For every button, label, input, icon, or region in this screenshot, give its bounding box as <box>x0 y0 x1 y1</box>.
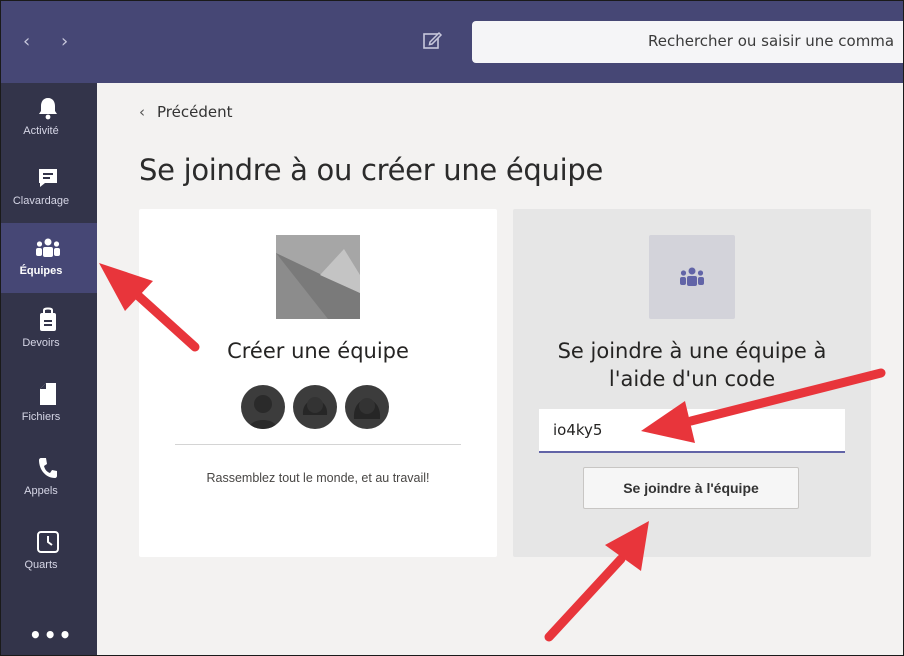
rail-item-label: Équipes <box>19 265 63 277</box>
app-rail: Activité Clavardage Équipes Devoirs Fich… <box>1 83 97 655</box>
page-title: Se joindre à ou créer une équipe <box>139 153 604 187</box>
rail-item-devoirs[interactable]: Devoirs <box>1 295 97 365</box>
join-team-title: Se joindre à une équipe à l'aide d'un co… <box>557 339 827 391</box>
create-team-title: Créer une équipe <box>227 339 409 363</box>
rail-item-label: Quarts <box>24 559 58 571</box>
forward-arrow-icon[interactable]: › <box>61 31 68 53</box>
rail-item-equipes[interactable]: Équipes <box>1 223 97 293</box>
team-code-input[interactable] <box>539 409 845 453</box>
assignments-icon <box>35 307 61 333</box>
member-avatars <box>241 385 395 429</box>
main-content: ‹ Précédent Se joindre à ou créer une équ… <box>97 83 903 655</box>
rail-item-label: Appels <box>24 485 58 497</box>
rail-item-clavardage[interactable]: Clavardage <box>1 153 97 223</box>
back-link-label: Précédent <box>157 103 233 121</box>
avatar <box>241 385 285 429</box>
rail-item-label: Activité <box>23 125 59 137</box>
join-team-button[interactable]: Se joindre à l'équipe <box>583 467 799 509</box>
join-team-card: Se joindre à une équipe à l'aide d'un co… <box>513 209 871 557</box>
create-team-description: Rassemblez tout le monde, et au travail! <box>206 471 430 485</box>
chat-icon <box>35 165 61 191</box>
create-team-card[interactable]: Créer une équipe Rassemblez tout le mond… <box>139 209 497 557</box>
back-link[interactable]: ‹ Précédent <box>139 103 232 121</box>
top-bar: ‹ › Rechercher ou saisir une comma <box>1 1 903 83</box>
search-input[interactable]: Rechercher ou saisir une comma <box>472 21 903 63</box>
rail-item-label: Fichiers <box>21 411 61 423</box>
rail-item-fichiers[interactable]: Fichiers <box>1 369 97 439</box>
rail-item-quarts[interactable]: Quarts <box>1 517 97 587</box>
chevron-left-icon: ‹ <box>139 103 145 121</box>
rail-item-label: Clavardage <box>12 195 70 207</box>
rail-item-label: Devoirs <box>22 337 60 349</box>
back-arrow-icon[interactable]: ‹ <box>23 31 30 53</box>
phone-icon <box>35 455 61 481</box>
divider <box>175 444 461 445</box>
teams-icon <box>35 235 61 261</box>
avatar <box>293 385 337 429</box>
avatar <box>345 385 389 429</box>
file-icon <box>35 381 61 407</box>
rail-item-activite[interactable]: Activité <box>1 83 97 153</box>
compose-icon[interactable] <box>421 29 445 53</box>
teams-window: ‹ › Rechercher ou saisir une comma Activ… <box>0 0 904 656</box>
clock-icon <box>35 529 61 555</box>
teams-icon <box>649 235 735 319</box>
bell-icon <box>35 95 61 121</box>
more-apps-icon[interactable]: ••• <box>29 623 73 647</box>
team-image-placeholder-icon <box>276 235 360 319</box>
rail-item-appels[interactable]: Appels <box>1 443 97 513</box>
